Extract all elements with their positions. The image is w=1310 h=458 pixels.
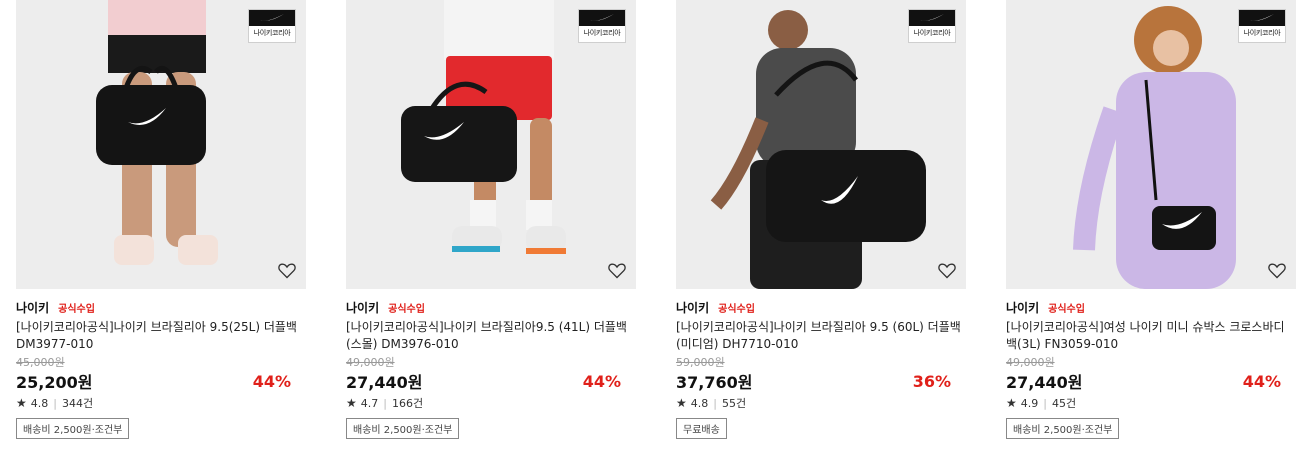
- swoosh-icon: [909, 10, 955, 26]
- swoosh-icon: [1239, 10, 1285, 26]
- rating-row: ★ 4.8 | 344건: [16, 395, 306, 411]
- product-photo: [1006, 0, 1296, 289]
- product-image[interactable]: 나이키코리아: [16, 0, 306, 289]
- swoosh-icon: [579, 10, 625, 26]
- nike-korea-badge: 나이키코리아: [908, 9, 956, 43]
- divider: |: [53, 396, 57, 410]
- review-count: 344건: [61, 397, 94, 410]
- divider: |: [713, 396, 717, 410]
- shipping-badge: 무료배송: [676, 418, 727, 439]
- sale-price: 37,760원: [676, 373, 753, 392]
- product-title[interactable]: [나이키코리아공식]나이키 브라질리아 9.5(25L) 더플백 DM3977-…: [16, 319, 306, 353]
- discount-rate: 44%: [252, 371, 291, 391]
- product-photo: [16, 0, 306, 289]
- sale-price: 25,200원: [16, 373, 93, 392]
- divider: |: [1043, 396, 1047, 410]
- badge-label: 나이키코리아: [583, 29, 621, 37]
- official-import-tag: 공식수입: [718, 303, 755, 315]
- official-import-tag: 공식수입: [388, 303, 425, 315]
- original-price: 49,000원: [346, 356, 395, 369]
- discount-rate: 36%: [912, 371, 951, 391]
- product-image[interactable]: 나이키코리아: [346, 0, 636, 289]
- rating-row: ★ 4.7 | 166건: [346, 395, 636, 411]
- rating-value: 4.8: [30, 396, 49, 410]
- official-import-tag: 공식수입: [58, 303, 95, 315]
- product-card[interactable]: 나이키코리아 나이키 공식수입 [나이키코리아공식]여성 나이키 미니 슈박스 …: [1006, 0, 1296, 458]
- badge-label: 나이키코리아: [1243, 29, 1281, 37]
- shipping-badge: 배송비 2,500원·조건부: [346, 418, 460, 439]
- nike-korea-badge: 나이키코리아: [1238, 9, 1286, 43]
- star-icon: ★: [346, 396, 357, 410]
- product-card[interactable]: 나이키코리아 나이키 공식수입 [나이키코리아공식]나이키 브라질리아9.5 (…: [346, 0, 636, 458]
- rating-row: ★ 4.8 | 55건: [676, 395, 966, 411]
- shipping-badge: 배송비 2,500원·조건부: [1006, 418, 1120, 439]
- shipping-badge: 배송비 2,500원·조건부: [16, 418, 130, 439]
- heart-outline-icon[interactable]: [607, 260, 627, 280]
- product-title[interactable]: [나이키코리아공식]여성 나이키 미니 슈박스 크로스바디 백(3L) FN30…: [1006, 319, 1296, 353]
- review-count: 166건: [391, 397, 424, 410]
- heart-outline-icon[interactable]: [1267, 260, 1287, 280]
- nike-korea-badge: 나이키코리아: [248, 9, 296, 43]
- original-price: 49,000원: [1006, 356, 1055, 369]
- brand-name: 나이키: [346, 300, 380, 315]
- review-count: 45건: [1051, 397, 1077, 410]
- star-icon: ★: [1006, 396, 1017, 410]
- product-image[interactable]: 나이키코리아: [1006, 0, 1296, 289]
- product-grid: 나이키코리아 나이키 공식수입 [나이키코리아공식]나이키 브라질리아 9.5(…: [0, 0, 1310, 458]
- rating-value: 4.8: [690, 396, 709, 410]
- star-icon: ★: [16, 396, 27, 410]
- brand-name: 나이키: [676, 300, 710, 315]
- discount-rate: 44%: [582, 371, 621, 391]
- product-photo: [346, 0, 636, 289]
- product-photo: [676, 0, 966, 289]
- swoosh-icon: [249, 10, 295, 26]
- nike-korea-badge: 나이키코리아: [578, 9, 626, 43]
- divider: |: [383, 396, 387, 410]
- badge-label: 나이키코리아: [253, 29, 291, 37]
- sale-price: 27,440원: [346, 373, 423, 392]
- heart-outline-icon[interactable]: [277, 260, 297, 280]
- discount-rate: 44%: [1242, 371, 1281, 391]
- product-title[interactable]: [나이키코리아공식]나이키 브라질리아9.5 (41L) 더플백(스몰) DM3…: [346, 319, 636, 353]
- brand-name: 나이키: [1006, 300, 1040, 315]
- badge-label: 나이키코리아: [913, 29, 951, 37]
- brand-name: 나이키: [16, 300, 50, 315]
- official-import-tag: 공식수입: [1048, 303, 1085, 315]
- product-title[interactable]: [나이키코리아공식]나이키 브라질리아 9.5 (60L) 더플백(미디엄) D…: [676, 319, 966, 353]
- review-count: 55건: [721, 397, 747, 410]
- rating-row: ★ 4.9 | 45건: [1006, 395, 1296, 411]
- rating-value: 4.7: [360, 396, 379, 410]
- star-icon: ★: [676, 396, 687, 410]
- product-card[interactable]: 나이키코리아 나이키 공식수입 [나이키코리아공식]나이키 브라질리아 9.5 …: [676, 0, 966, 458]
- heart-outline-icon[interactable]: [937, 260, 957, 280]
- product-image[interactable]: 나이키코리아: [676, 0, 966, 289]
- rating-value: 4.9: [1020, 396, 1039, 410]
- original-price: 59,000원: [676, 356, 725, 369]
- original-price: 45,000원: [16, 356, 65, 369]
- sale-price: 27,440원: [1006, 373, 1083, 392]
- product-card[interactable]: 나이키코리아 나이키 공식수입 [나이키코리아공식]나이키 브라질리아 9.5(…: [16, 0, 306, 458]
